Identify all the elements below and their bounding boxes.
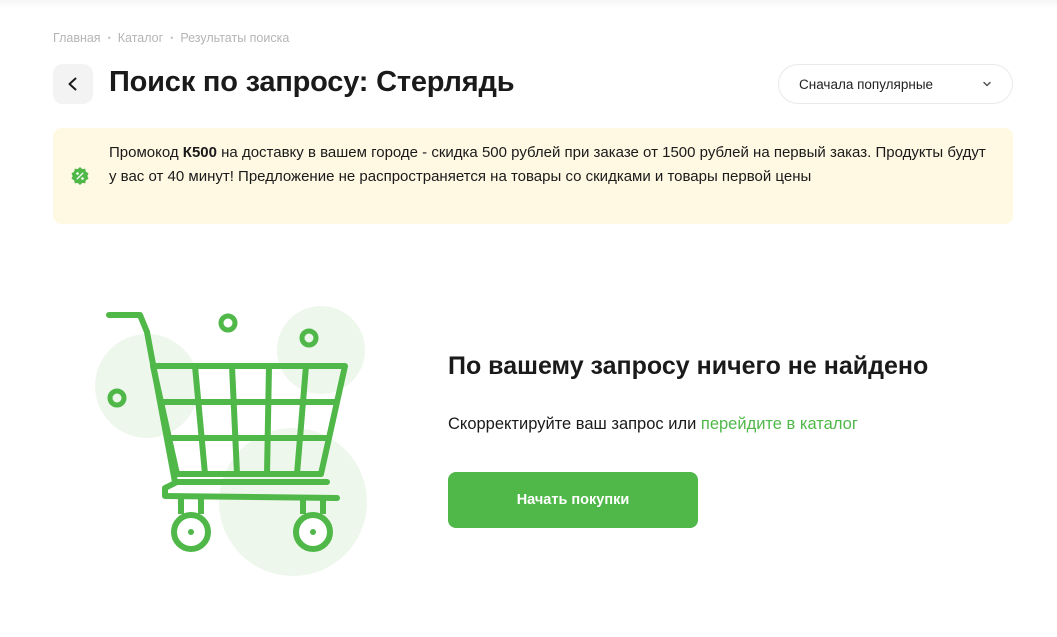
catalog-link[interactable]: перейдите в каталог [701, 415, 858, 433]
empty-state-hint: Скорректируйте ваш запрос или перейдите … [448, 415, 858, 434]
promo-banner: Промокод К500 на доставку в вашем городе… [53, 128, 1013, 224]
chevron-down-icon [983, 81, 991, 87]
sort-dropdown[interactable]: Сначала популярные [778, 64, 1013, 104]
start-shopping-button[interactable]: Начать покупки [448, 472, 698, 528]
top-shadow [0, 0, 1057, 8]
promo-description: на доставку в вашем городе - скидка 500 … [109, 144, 986, 185]
breadcrumb: Главная • Каталог • Результаты поиска [53, 31, 289, 45]
shopping-cart-icon [95, 306, 367, 576]
empty-state-title: По вашему запросу ничего не найдено [448, 352, 929, 380]
breadcrumb-separator: • [107, 33, 111, 43]
breadcrumb-current: Результаты поиска [180, 31, 290, 45]
breadcrumb-separator: • [170, 33, 174, 43]
sort-selected-value: Сначала популярные [799, 76, 934, 92]
discount-badge-icon [71, 167, 89, 185]
chevron-left-icon [68, 77, 77, 91]
promo-text: Промокод К500 на доставку в вашем городе… [109, 141, 989, 188]
back-button[interactable] [53, 64, 93, 104]
breadcrumb-home[interactable]: Главная [53, 31, 101, 45]
empty-state-hint-text: Скорректируйте ваш запрос или [448, 415, 701, 433]
promo-code: К500 [182, 144, 217, 161]
page-title: Поиск по запросу: Стерлядь [109, 66, 515, 98]
breadcrumb-catalog[interactable]: Каталог [118, 31, 163, 45]
promo-prefix: Промокод [109, 144, 183, 161]
